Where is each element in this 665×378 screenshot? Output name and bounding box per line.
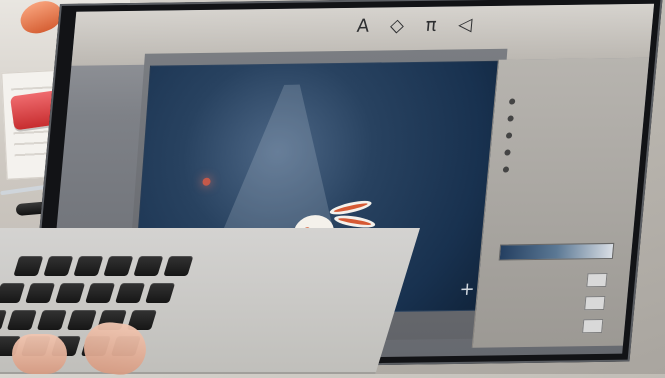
shape-icon[interactable]: ◇	[386, 15, 408, 37]
keyboard-key[interactable]	[73, 256, 104, 276]
radio-icon[interactable]	[505, 132, 513, 139]
keyboard-key[interactable]	[115, 283, 146, 303]
panel-row[interactable]	[505, 127, 632, 143]
value-box[interactable]	[582, 318, 604, 334]
panel-row[interactable]	[502, 161, 629, 177]
red-light-icon	[202, 177, 211, 186]
panel-row[interactable]	[504, 144, 631, 160]
keyboard-key[interactable]	[25, 283, 56, 303]
text-icon[interactable]: A	[352, 16, 374, 38]
radio-icon[interactable]	[504, 149, 511, 156]
ribbon-icon-group: A ◇ π ◁	[352, 14, 476, 38]
panel-options	[502, 93, 636, 180]
radio-icon[interactable]	[508, 98, 516, 105]
panel-row[interactable]	[507, 110, 634, 126]
keyboard-key[interactable]	[55, 283, 86, 303]
keyboard-key[interactable]	[85, 283, 116, 303]
radio-icon[interactable]	[507, 115, 514, 122]
keyboard-key[interactable]	[103, 256, 134, 276]
plus-icon: +	[458, 278, 476, 301]
keyboard-key[interactable]	[13, 256, 44, 276]
sound-icon[interactable]: ◁	[454, 14, 476, 36]
keyboard-key[interactable]	[163, 256, 194, 276]
keyboard-key[interactable]	[43, 256, 74, 276]
value-box[interactable]	[584, 295, 606, 311]
radio-icon[interactable]	[502, 166, 510, 173]
gradient-stop-bar[interactable]	[498, 242, 615, 261]
hand	[12, 334, 67, 374]
format-background-panel	[471, 57, 650, 348]
equation-icon[interactable]: π	[420, 15, 442, 37]
keyboard-key[interactable]	[0, 310, 7, 330]
panel-row[interactable]	[508, 93, 636, 109]
keyboard-key[interactable]	[0, 283, 26, 303]
keyboard-key[interactable]	[145, 283, 176, 303]
value-box[interactable]	[586, 272, 608, 288]
keyboard-key[interactable]	[133, 256, 164, 276]
keyboard-key[interactable]	[6, 310, 37, 330]
keyboard-key[interactable]	[36, 310, 67, 330]
